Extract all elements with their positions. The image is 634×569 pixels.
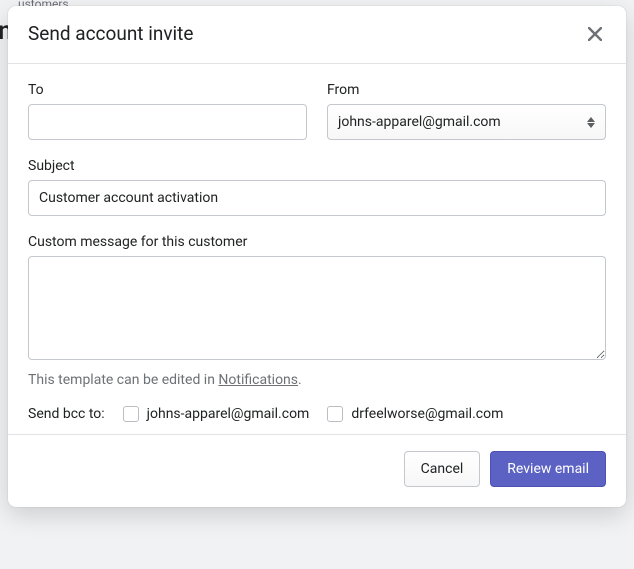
bcc-option[interactable]: drfeelworse@gmail.com [327,406,503,422]
close-button[interactable] [584,23,606,45]
cancel-button[interactable]: Cancel [404,451,481,487]
from-selected-value: johns-apparel@gmail.com [338,114,501,130]
subject-label: Subject [28,158,606,174]
subject-input[interactable] [28,180,606,216]
notifications-link[interactable]: Notifications [218,372,298,388]
custom-message-label: Custom message for this customer [28,234,606,250]
select-caret-icon [587,117,595,128]
modal-title: Send account invite [28,22,193,45]
bcc-row: Send bcc to: johns-apparel@gmail.com drf… [28,406,606,422]
bcc-option-email: drfeelworse@gmail.com [351,406,503,422]
modal-header: Send account invite [8,6,626,64]
from-select[interactable]: johns-apparel@gmail.com [327,104,606,140]
custom-message-textarea[interactable] [28,256,606,360]
template-hint-suffix: . [298,372,302,388]
checkbox[interactable] [327,406,343,422]
modal-body: To From johns-apparel@gmail.com Subject … [8,64,626,434]
modal-footer: Cancel Review email [8,434,626,507]
to-label: To [28,82,307,98]
close-icon [588,27,602,41]
to-input[interactable] [28,104,307,140]
bcc-option-email: johns-apparel@gmail.com [147,406,310,422]
bcc-option[interactable]: johns-apparel@gmail.com [123,406,310,422]
template-hint: This template can be edited in Notificat… [28,372,606,388]
from-label: From [327,82,606,98]
review-email-button[interactable]: Review email [490,451,606,487]
template-hint-prefix: This template can be edited in [28,372,218,388]
checkbox[interactable] [123,406,139,422]
send-account-invite-modal: Send account invite To From johns-appare… [8,6,626,507]
bcc-label: Send bcc to: [28,406,105,422]
